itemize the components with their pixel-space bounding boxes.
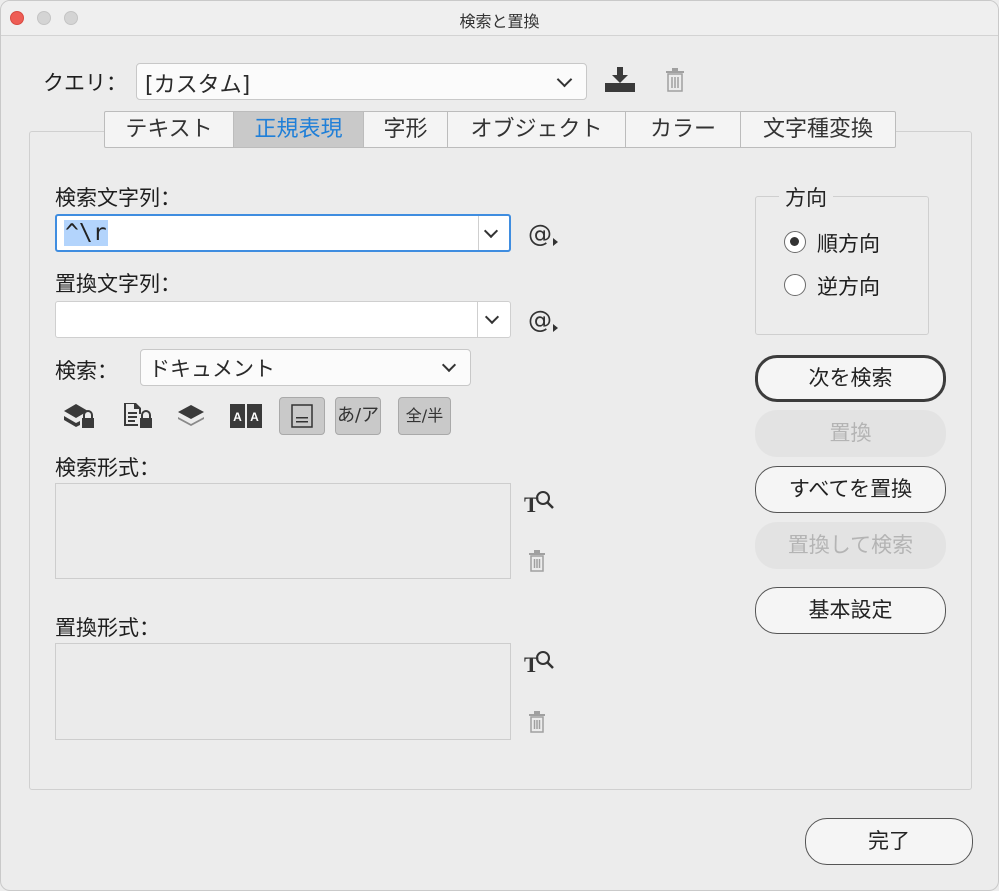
include-locked-layers-icon[interactable] xyxy=(62,401,96,431)
search-scope-select[interactable]: ドキュメント xyxy=(140,349,471,386)
chevron-down-icon[interactable] xyxy=(483,223,499,239)
tab-color[interactable]: カラー xyxy=(626,111,741,148)
triangle-right-icon xyxy=(553,324,558,332)
direction-title: 方向 xyxy=(779,182,833,212)
include-master-pages-icon[interactable]: A A xyxy=(229,402,263,430)
kana-sensitive-button[interactable]: あ/ア xyxy=(335,397,381,435)
query-value: [カスタム] xyxy=(145,73,251,98)
find-format-box[interactable] xyxy=(55,483,511,579)
direction-forward-label[interactable]: 順方向 xyxy=(817,228,880,258)
change-find-button[interactable]: 置換して検索 xyxy=(755,522,946,569)
direction-backward-label[interactable]: 逆方向 xyxy=(817,271,880,301)
chevron-down-icon[interactable] xyxy=(484,309,500,325)
svg-text:A: A xyxy=(233,410,242,424)
more-options-button[interactable]: 基本設定 xyxy=(755,587,946,634)
find-change-dialog: 検索と置換 クエリ： [カスタム] テキスト 正規表現 字形 オブジェクト カラ… xyxy=(0,0,999,891)
done-button[interactable]: 完了 xyxy=(805,818,973,865)
tab-text[interactable]: テキスト xyxy=(104,111,234,148)
footnote-icon xyxy=(291,404,313,428)
clear-change-format-icon[interactable] xyxy=(528,711,546,733)
tab-object[interactable]: オブジェクト xyxy=(448,111,626,148)
change-button[interactable]: 置換 xyxy=(755,410,946,457)
special-characters-change-button[interactable]: @ xyxy=(528,306,558,334)
svg-text:A: A xyxy=(250,410,259,424)
tab-grep[interactable]: 正規表現 xyxy=(234,111,364,148)
tab-glyph[interactable]: 字形 xyxy=(364,111,448,148)
tab-transliterate[interactable]: 文字種変換 xyxy=(741,111,896,148)
save-query-icon[interactable] xyxy=(604,67,636,93)
search-scope-value: ドキュメント xyxy=(149,357,275,381)
at-icon: @ xyxy=(528,306,552,334)
specify-change-format-icon[interactable]: T xyxy=(523,649,555,675)
find-what-label: 検索文字列： xyxy=(55,186,181,210)
title-bar: 検索と置換 xyxy=(1,1,998,36)
change-to-field[interactable] xyxy=(55,301,511,338)
direction-group xyxy=(755,196,929,335)
change-format-box[interactable] xyxy=(55,643,511,740)
field-divider xyxy=(477,302,478,337)
triangle-right-icon xyxy=(553,238,558,246)
include-footnotes-button[interactable] xyxy=(279,397,325,435)
find-format-label: 検索形式： xyxy=(55,456,160,480)
delete-query-icon[interactable] xyxy=(665,68,685,92)
chevron-down-icon xyxy=(441,357,457,373)
direction-forward-radio[interactable] xyxy=(784,231,806,253)
find-what-field[interactable]: ^\r xyxy=(55,214,511,252)
query-select[interactable]: [カスタム] xyxy=(136,63,587,100)
include-hidden-layers-icon[interactable] xyxy=(176,403,206,429)
change-format-label: 置換形式： xyxy=(55,616,160,640)
direction-backward-radio[interactable] xyxy=(784,274,806,296)
field-divider xyxy=(478,216,479,250)
change-all-button[interactable]: すべてを置換 xyxy=(755,466,946,513)
width-sensitive-button[interactable]: 全/半 xyxy=(398,397,451,435)
specify-find-format-icon[interactable]: T xyxy=(523,489,555,515)
search-label: 検索： xyxy=(55,359,118,383)
change-to-label: 置換文字列： xyxy=(55,272,181,296)
chevron-down-icon xyxy=(556,71,573,88)
window-title: 検索と置換 xyxy=(459,12,540,31)
find-next-button[interactable]: 次を検索 xyxy=(755,355,946,402)
find-what-value: ^\r xyxy=(64,220,108,246)
include-locked-stories-icon[interactable] xyxy=(121,401,155,431)
query-label: クエリ： xyxy=(43,71,127,95)
special-characters-find-button[interactable]: @ xyxy=(528,220,558,248)
clear-find-format-icon[interactable] xyxy=(528,550,546,572)
tab-bar: テキスト 正規表現 字形 オブジェクト カラー 文字種変換 xyxy=(104,111,896,148)
at-icon: @ xyxy=(528,220,552,248)
